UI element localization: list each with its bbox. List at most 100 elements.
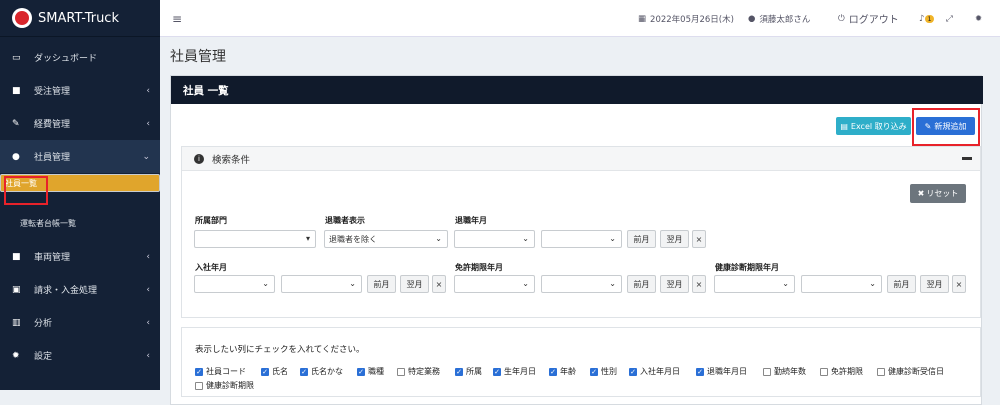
checkbox-unchecked-icon: [820, 367, 828, 376]
bell-icon: ♪: [919, 13, 925, 24]
retire-year-select[interactable]: ⌄: [454, 230, 535, 248]
excel-import-button[interactable]: ▤ Excel 取り込み: [836, 117, 911, 135]
sidebar-item-label: 受注管理: [34, 87, 71, 97]
sidebar-item-label: 社員管理: [34, 153, 71, 163]
checkbox-label: 勤続年数: [774, 367, 806, 376]
column-select-intro: 表示したい列にチェックを入れてください。: [195, 345, 365, 355]
notification-button[interactable]: ♪ 1: [919, 0, 934, 37]
column-checkbox[interactable]: ✓ 退職年月日: [696, 366, 747, 377]
column-checkbox[interactable]: 健康診断受信日: [877, 366, 944, 377]
reset-label: リセット: [926, 189, 959, 198]
sidebar-item-expenses[interactable]: ✎ 経費管理 ‹: [0, 107, 160, 140]
close-icon: ✖: [917, 189, 925, 198]
column-checkbox[interactable]: ✓ 年齢: [549, 366, 576, 377]
checkbox-label: 社員コード: [206, 367, 246, 376]
column-checkbox[interactable]: 特定業務: [397, 366, 440, 377]
highlight-box: [912, 108, 980, 146]
user-icon: ●: [12, 151, 20, 162]
column-checkbox[interactable]: ✓ 社員コード: [195, 366, 246, 377]
retire-ym-label: 退職年月: [455, 216, 487, 225]
column-checkbox[interactable]: 免許期限: [820, 366, 863, 377]
sidebar-item-settings[interactable]: ✹ 設定 ‹: [0, 339, 160, 372]
retired-label: 退職者表示: [325, 216, 365, 225]
chevron-down-icon: ▾: [305, 234, 310, 243]
join-year-select[interactable]: ⌄: [194, 275, 275, 293]
settings-icon[interactable]: ✹: [975, 0, 982, 37]
fullscreen-icon[interactable]: ⤢: [946, 0, 953, 37]
retire-clear-button[interactable]: ×: [692, 230, 706, 248]
sidebar-item-analysis[interactable]: ▥ 分析 ‹: [0, 306, 160, 339]
column-checkbox[interactable]: 勤続年数: [763, 366, 806, 377]
checkbox-unchecked-icon: [763, 367, 771, 376]
column-checkbox[interactable]: ✓ 入社年月日: [629, 366, 680, 377]
notification-badge: 1: [925, 14, 934, 23]
retire-next-month-button[interactable]: 翌月: [660, 230, 689, 248]
topbar-user[interactable]: ● 須藤太郎さん: [748, 0, 810, 37]
license-ym-label: 免許期限年月: [455, 263, 503, 272]
chevron-left-icon: ‹: [146, 350, 150, 361]
join-clear-button[interactable]: ×: [432, 275, 446, 293]
checkbox-checked-icon: ✓: [300, 367, 308, 376]
page-title: 社員管理: [170, 49, 226, 65]
health-year-select[interactable]: ⌄: [714, 275, 795, 293]
checkbox-unchecked-icon: [195, 381, 203, 390]
health-month-select[interactable]: ⌄: [801, 275, 882, 293]
sidebar-item-billing[interactable]: ▣ 請求・入金処理 ‹: [0, 273, 160, 306]
retire-month-select[interactable]: ⌄: [541, 230, 622, 248]
chevron-left-icon: ‹: [146, 251, 150, 262]
highlight-box: [4, 176, 48, 205]
sidebar-item-label: ダッシュボード: [34, 54, 98, 64]
checkbox-checked-icon: ✓: [195, 367, 203, 376]
logout-link[interactable]: ⏻ ログアウト: [838, 0, 899, 37]
join-prev-month-button[interactable]: 前月: [367, 275, 396, 293]
monitor-icon: ▭: [12, 52, 21, 63]
column-checkbox[interactable]: ✓ 性別: [590, 366, 617, 377]
dept-select[interactable]: ▾: [194, 230, 316, 248]
join-month-select[interactable]: ⌄: [281, 275, 362, 293]
excel-icon: ▤: [840, 121, 848, 131]
checkbox-checked-icon: ✓: [357, 367, 365, 376]
health-clear-button[interactable]: ×: [952, 275, 966, 293]
menu-toggle-icon[interactable]: ≡: [172, 0, 182, 37]
join-next-month-button[interactable]: 翌月: [400, 275, 429, 293]
checkbox-checked-icon: ✓: [629, 367, 637, 376]
health-prev-month-button[interactable]: 前月: [887, 275, 916, 293]
topbar: ≡ ▦ 2022年05月26日(木) ● 須藤太郎さん ⏻ ログアウト ♪ 1 …: [160, 0, 1000, 37]
checkbox-label: 氏名: [272, 367, 288, 376]
column-select-panel: [181, 327, 981, 397]
column-checkbox[interactable]: 健康診断期限: [195, 380, 254, 391]
health-next-month-button[interactable]: 翌月: [920, 275, 949, 293]
sidebar-subitem-driver-ledger[interactable]: 運転者台帳一覧: [0, 207, 160, 240]
retired-select[interactable]: 退職者を除く ⌄: [324, 230, 448, 248]
license-month-select[interactable]: ⌄: [541, 275, 622, 293]
retire-prev-month-button[interactable]: 前月: [627, 230, 656, 248]
reset-button[interactable]: ✖ リセット: [910, 184, 966, 203]
column-checkbox[interactable]: ✓ 氏名: [261, 366, 288, 377]
brand[interactable]: SMART-Truck: [0, 0, 160, 37]
checkbox-label: 健康診断期限: [206, 381, 254, 390]
license-prev-month-button[interactable]: 前月: [627, 275, 656, 293]
checkbox-checked-icon: ✓: [455, 367, 463, 376]
sidebar-item-orders[interactable]: ■ 受注管理 ‹: [0, 74, 160, 107]
sidebar-item-label: 経費管理: [34, 120, 71, 130]
column-checkbox[interactable]: ✓ 氏名かな: [300, 366, 343, 377]
sidebar-item-employees[interactable]: ● 社員管理 ⌄: [0, 140, 160, 173]
sidebar-item-vehicles[interactable]: ■ 車両管理 ‹: [0, 240, 160, 273]
checkbox-checked-icon: ✓: [549, 367, 557, 376]
calendar-icon: ▦: [638, 13, 647, 24]
sidebar-item-dashboard[interactable]: ▭ ダッシュボード: [0, 41, 160, 74]
column-checkbox[interactable]: ✓ 職種: [357, 366, 384, 377]
column-checkbox[interactable]: ✓ 所属: [455, 366, 482, 377]
collapse-icon[interactable]: [962, 157, 972, 160]
chevron-down-icon: ⌄: [522, 234, 529, 243]
search-panel-header: i 検索条件: [182, 147, 980, 171]
license-clear-button[interactable]: ×: [692, 275, 706, 293]
license-next-month-button[interactable]: 翌月: [660, 275, 689, 293]
chevron-down-icon: ⌄: [262, 279, 269, 288]
column-checkbox[interactable]: ✓ 生年月日: [493, 366, 536, 377]
checkbox-label: 氏名かな: [311, 367, 343, 376]
sidebar-item-label: 車両管理: [34, 253, 71, 263]
chevron-down-icon: ⌄: [522, 279, 529, 288]
dept-label: 所属部門: [195, 216, 227, 225]
license-year-select[interactable]: ⌄: [454, 275, 535, 293]
